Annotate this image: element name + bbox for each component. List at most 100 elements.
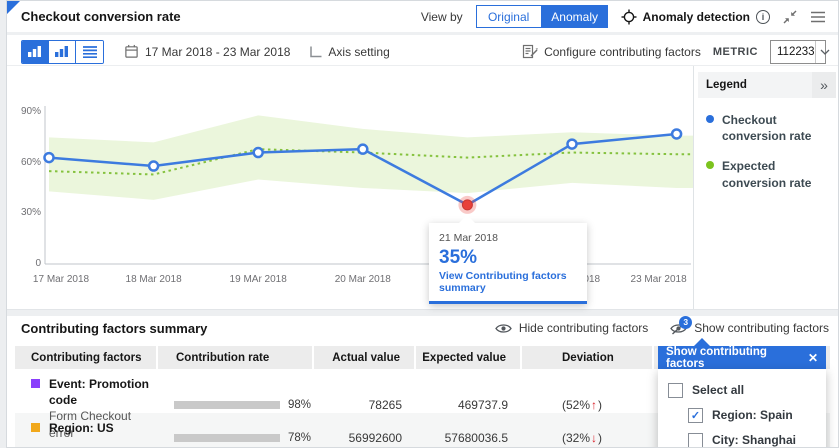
toggle-original[interactable]: Original	[475, 5, 542, 28]
chart-type-table-button[interactable]	[76, 40, 103, 63]
deviation-close-paren: )	[598, 431, 603, 445]
eye-icon	[495, 322, 512, 335]
city-shanghai-checkbox[interactable]: ✓	[688, 432, 703, 447]
selected-factors-badge: 3	[679, 315, 693, 329]
region-spain-checkbox[interactable]: ✓	[688, 407, 703, 423]
anomaly-chart[interactable]: 90% 60% 30% 0 17 Mar 2018 18 Mar 2018 19 MAr 2…	[7, 66, 693, 309]
tooltip-summary-link[interactable]: View Contributing factors summary	[439, 270, 577, 294]
factor-option-city-shanghai[interactable]: ✓ City: Shanghai	[688, 431, 816, 447]
hamburger-menu-icon[interactable]	[810, 10, 826, 24]
tooltip-caret	[459, 215, 475, 223]
section-divider	[7, 309, 838, 316]
factor-option-region-spain[interactable]: ✓ Region: Spain	[688, 406, 816, 424]
chart-toolbar: 17 Mar 2018 - 23 Mar 2018 Axis setting C…	[7, 38, 838, 66]
y-axis-label: 0	[35, 258, 41, 269]
legend-dot-green	[706, 161, 714, 170]
info-icon[interactable]: i	[756, 9, 770, 24]
show-contributing-factors-label: Show contributing factors	[694, 321, 829, 335]
deviation-close-paren: )	[598, 397, 603, 412]
chart-type-switcher	[21, 39, 104, 64]
anomaly-detection-label: Anomaly detection	[642, 9, 750, 24]
y-axis-label: 60%	[20, 156, 41, 168]
axis-icon	[308, 45, 322, 59]
legend-collapse-button[interactable]: »	[812, 72, 836, 98]
contribution-bar-track	[174, 400, 280, 409]
select-all-checkbox[interactable]: ✓	[668, 382, 683, 398]
contribution-rate-label: 78%	[288, 432, 312, 444]
popup-title: Show contributing factors	[666, 345, 767, 370]
deviation-text: (32%	[562, 431, 591, 445]
anomaly-tooltip: 21 Mar 2018 35% View Contributing factor…	[429, 215, 587, 304]
popup-caret	[694, 338, 710, 346]
configure-factors-control[interactable]: Configure contributing factors	[522, 44, 701, 59]
x-axis-label: 20 Mar 2018	[334, 274, 391, 285]
select-all-option[interactable]: ✓ Select all	[668, 381, 816, 399]
metric-selected-value: 112233	[777, 45, 815, 58]
x-axis-label: 17 Mar 2018	[32, 274, 90, 285]
x-axis-label: 23 Mar 2018	[630, 274, 687, 285]
x-axis-label: 18 Mar 2018	[125, 274, 182, 285]
column-header: Expected value	[416, 346, 522, 369]
actual-value: 56992600	[348, 431, 402, 445]
summary-title: Contributing factors summary	[21, 321, 208, 336]
column-header: Contribution rate	[158, 346, 314, 369]
factor-name: Region: US	[49, 421, 114, 435]
deviation-up-arrow: ↑	[591, 397, 598, 412]
calendar-icon	[124, 44, 139, 59]
tooltip-date: 21 Mar 2018	[439, 232, 498, 244]
legend-item-label: Checkout conversion rate	[722, 113, 812, 144]
factor-name: Event: Promotion code	[49, 377, 150, 408]
y-axis-label: 90%	[20, 106, 41, 117]
x-axis-label: 19 MAr 2018	[229, 274, 287, 285]
selection-corner-marker	[7, 1, 20, 14]
popup-header: Show contributing factors ✕	[658, 345, 826, 370]
select-all-label: Select all	[692, 383, 745, 397]
show-contributing-factors-button[interactable]: 3 Show contributing factors	[670, 315, 829, 335]
chart-type-column-button[interactable]	[49, 40, 76, 63]
factor-swatch	[31, 379, 40, 388]
configure-factors-label: Configure contributing factors	[544, 44, 701, 59]
legend-title: Legend	[706, 79, 747, 91]
widget-card: Checkout conversion rate View by Origina…	[6, 0, 839, 448]
axis-setting-control[interactable]: Axis setting	[308, 44, 390, 59]
toggle-anomaly[interactable]: Anomaly	[541, 5, 608, 28]
factor-option-label: City: Shanghai	[712, 433, 797, 447]
page-title: Checkout conversion rate	[21, 9, 181, 24]
anomaly-detection-control[interactable]: Anomaly detection i	[621, 9, 770, 25]
factor-swatch	[31, 423, 40, 432]
collapse-icon[interactable]	[783, 10, 797, 24]
legend-item-label: Expected conversion rate	[722, 159, 812, 190]
legend-header: Legend »	[698, 72, 836, 98]
show-contributing-factors-popup: Show contributing factors ✕ ✓ Select all…	[658, 338, 826, 447]
column-header: Deviation	[522, 346, 654, 369]
hide-contributing-factors-button[interactable]: Hide contributing factors	[495, 321, 648, 335]
chevron-down-icon	[814, 40, 834, 63]
view-by-label: View by	[420, 9, 463, 24]
deviation-value: (32% ↓ )	[522, 413, 654, 447]
contribution-rate-label: 98%	[288, 398, 312, 411]
tooltip-value: 35%	[439, 247, 478, 268]
date-range-control[interactable]: 17 Mar 2018 - 23 Mar 2018	[124, 44, 290, 59]
title-bar: Checkout conversion rate View by Origina…	[7, 1, 838, 35]
factor-option-label: Region: Spain	[712, 408, 793, 422]
chart-type-bar-selected-button[interactable]	[22, 40, 49, 63]
view-by-toggle: Original Anomaly	[475, 5, 608, 28]
contribution-bar-track	[174, 434, 280, 442]
metric-label: METRIC	[712, 45, 758, 58]
expected-value: 57680036.5	[444, 431, 508, 445]
close-icon[interactable]: ✕	[808, 351, 818, 365]
legend-panel: Legend » Checkout conversion rate Expect…	[693, 66, 838, 309]
column-header: Actual value	[314, 346, 416, 369]
metric-select[interactable]: 112233	[770, 39, 829, 64]
axis-setting-label: Axis setting	[328, 44, 390, 59]
dashboard-app: Checkout conversion rate View by Origina…	[0, 0, 839, 448]
legend-item-expected[interactable]: Expected conversion rate	[706, 158, 834, 190]
column-header: Contributing factors	[15, 346, 158, 369]
date-range-text: 17 Mar 2018 - 23 Mar 2018	[145, 44, 291, 59]
chart-canvas	[43, 106, 693, 265]
deviation-down-arrow: ↓	[591, 431, 598, 445]
legend-dot-blue	[706, 115, 714, 123]
crosshair-icon	[621, 9, 637, 25]
legend-item-checkout[interactable]: Checkout conversion rate	[706, 112, 834, 144]
hide-contributing-factors-label: Hide contributing factors	[518, 321, 649, 335]
